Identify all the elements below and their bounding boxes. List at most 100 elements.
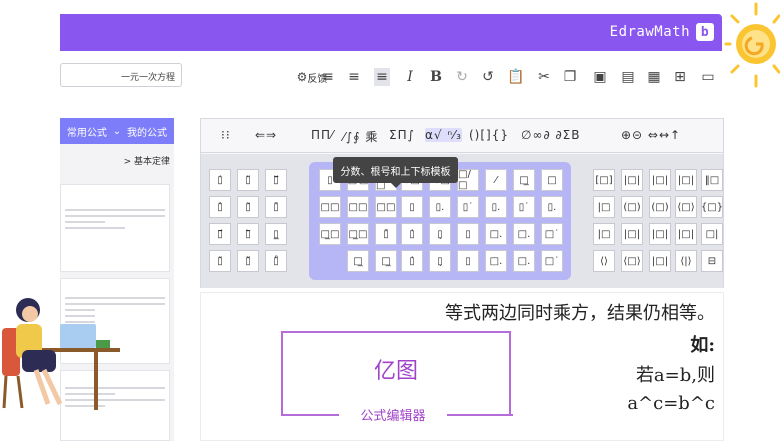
bold-icon[interactable]: B [428,68,444,86]
template-cell[interactable]: |□ [593,223,615,245]
category-tab-selected[interactable]: α√ ⁿ⁄₃ [425,128,462,142]
template-cell[interactable]: □. [513,223,535,245]
document-canvas[interactable]: 等式两边同时乘方，结果仍相等。 如: 若a=b,则 a^c=b^c 亿图 公式编… [200,292,724,441]
template-cell[interactable]: ▯ [401,196,423,218]
template-cell[interactable]: ▯. [541,196,563,218]
template-cell[interactable]: ⊟ [701,250,723,272]
template-cell[interactable]: □□ [319,196,341,218]
template-cell[interactable]: |□| [649,169,671,191]
category-tab[interactable]: ⁄∫∮ 乘 [343,128,378,145]
category-tab[interactable]: ⁝⁝ [221,128,231,142]
template-cell[interactable]: |□| [621,169,643,191]
save-icon[interactable]: ▣ [592,68,608,86]
template-cell[interactable]: ⟨|⟩ [675,250,697,272]
tab-common-formulas[interactable]: 常用公式 [67,124,107,139]
template-cell[interactable]: ▯̇ [209,169,231,191]
folder-icon[interactable]: ▭ [700,68,716,86]
category-tab[interactable]: ()[]{} [469,128,509,142]
template-cell[interactable]: (□) [621,196,643,218]
title-bar: EdrawMath b [60,14,722,51]
align-center-icon[interactable]: ≡ [346,68,362,86]
template-cell[interactable]: ▯̲ [265,223,287,245]
category-basic-laws[interactable]: > 基本定律 [60,144,174,167]
template-cell[interactable]: □ [541,169,563,191]
template-cell[interactable]: □. [485,223,507,245]
formula-search-input[interactable]: 一元一次方程 [60,63,182,87]
template-cell[interactable]: [□] [593,169,615,191]
chevron-down-icon[interactable]: ⌄ [113,126,121,137]
template-cell[interactable]: ▯˙ [513,196,535,218]
template-cell[interactable]: |□| [621,223,643,245]
template-cell[interactable]: □□ [375,196,397,218]
template-cell[interactable]: ▯̄ [375,223,397,245]
template-cell[interactable]: (□) [649,196,671,218]
template-cell[interactable]: ▯̆ [237,250,259,272]
category-tab[interactable]: ∅∞∂ ∂ΣΒ [521,128,581,142]
italic-icon[interactable]: I [402,68,418,86]
template-cell[interactable]: |□ [593,196,615,218]
template-cell[interactable]: □̲ [375,250,397,272]
copy-icon[interactable]: ❐ [562,68,578,86]
template-cell[interactable]: □| [701,223,723,245]
redo-icon[interactable]: ↺ [480,68,496,86]
align-left-icon[interactable]: ≡ [320,68,336,86]
template-cell[interactable]: ▯. [429,196,451,218]
template-grid: ▯̇ ▯̈ ▯⃡ ▯̂ ▯̃ ▯̄ ▯⃗ ▯⃖ ▯̲ ▯̌ ▯̆ ▯̊ ▯ □ ⁄… [201,154,723,288]
template-cell[interactable]: ▯̌ [209,250,231,272]
template-cell[interactable]: □̲□ [319,223,341,245]
undo-icon[interactable]: ↻ [454,68,470,86]
template-cell[interactable]: ▯⃖ [237,223,259,245]
template-cell[interactable]: □̲□ [347,223,369,245]
template-cell[interactable]: ⟨□⟩ [621,250,643,272]
template-cell[interactable]: □˙ [541,223,563,245]
formula-card[interactable] [60,184,170,272]
template-cell[interactable]: ▯̂ [209,196,231,218]
template-cell[interactable]: ▯̊ [265,250,287,272]
template-cell[interactable]: |□| [675,223,697,245]
template-cell[interactable]: ▯̇ [401,250,423,272]
template-cell[interactable]: □̲ [347,250,369,272]
template-cell[interactable]: ▯⃡ [265,169,287,191]
template-cell[interactable]: ⟨□⟩ [675,196,697,218]
template-cell[interactable]: |□| [649,223,671,245]
template-cell[interactable]: ‖□ [701,169,723,191]
category-tab[interactable]: ΣΠ∫ [389,128,415,142]
paste-icon[interactable]: 📋 [507,68,524,86]
template-cell[interactable]: □. [513,250,535,272]
app-title: EdrawMath [609,24,690,40]
category-tab[interactable]: ⊕⊝ ⇔↔↑ [621,128,681,142]
doc-line: 若a=b,则 [635,365,715,386]
template-cell[interactable]: {□} [701,196,723,218]
export-icon[interactable]: ▦ [646,68,662,86]
template-cell[interactable]: ⁄ [485,169,507,191]
print-icon[interactable]: ▤ [620,68,636,86]
template-cell[interactable]: ▯˙ [457,196,479,218]
template-cell[interactable]: □/□ [457,169,479,191]
template-cell[interactable]: ▯ [457,250,479,272]
template-cell[interactable]: □. [485,250,507,272]
template-cell[interactable]: ▯̇ [401,223,423,245]
template-cell[interactable]: □˙ [541,250,563,272]
align-right-icon[interactable]: ≡ [374,68,390,86]
template-cell[interactable]: |□| [649,250,671,272]
tab-my-formulas[interactable]: 我的公式 [127,124,167,139]
brand: EdrawMath b [610,23,714,41]
template-cell[interactable]: ▯̣ [429,250,451,272]
template-cell[interactable]: ▯̈ [237,169,259,191]
app-logo-icon: b [696,23,714,41]
template-cell[interactable]: ⟨⟩ [593,250,615,272]
template-cell[interactable]: □□ [347,196,369,218]
cut-icon[interactable]: ✂ [536,68,552,86]
template-cell[interactable]: □̲ [513,169,535,191]
template-cell[interactable]: ▯⃗ [209,223,231,245]
add-icon[interactable]: ⊞ [672,68,688,86]
editor-window: EdrawMath b 一元一次方程 ⚙ 反馈 ≡ ≡ ≡ I B ↻ ↺ 📋 … [0,0,780,441]
template-cell[interactable]: ▯̣ [429,223,451,245]
category-tab[interactable]: ΠΠ⁄ [311,128,334,142]
template-cell[interactable]: ▯̃ [237,196,259,218]
template-cell[interactable]: ▯ [457,223,479,245]
template-cell[interactable]: ▯. [485,196,507,218]
category-tab[interactable]: ⇐⇒ [255,128,277,142]
template-cell[interactable]: ▯̄ [265,196,287,218]
template-cell[interactable]: |□| [675,169,697,191]
